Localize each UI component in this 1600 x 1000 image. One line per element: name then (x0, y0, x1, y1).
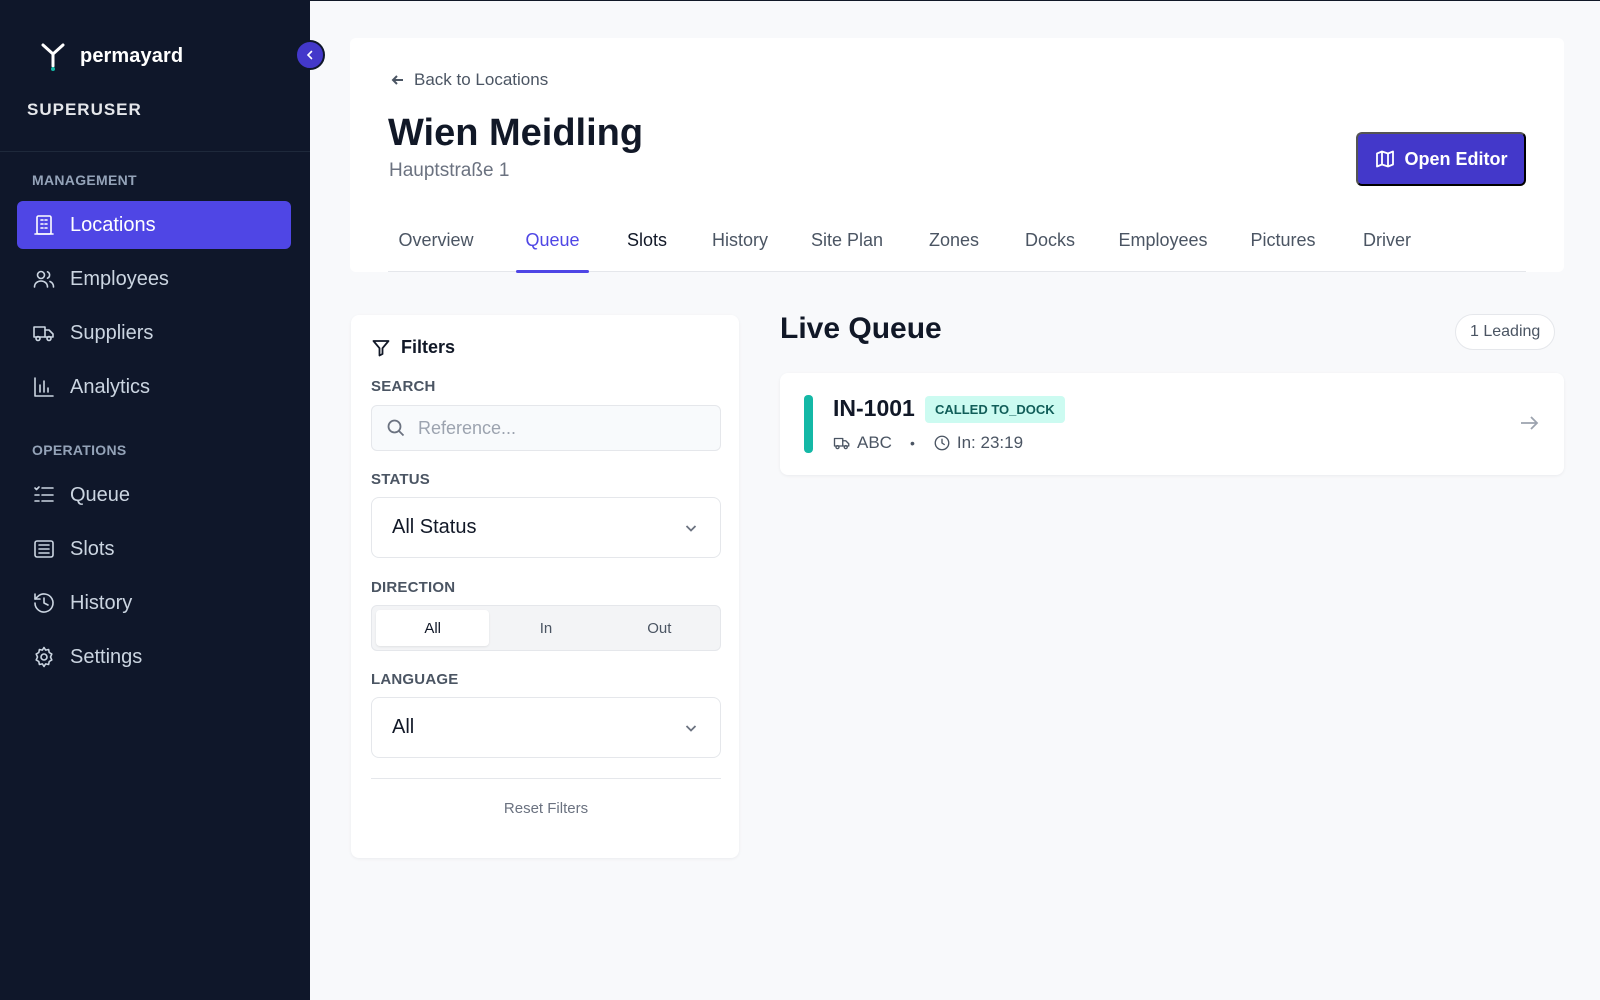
arrow-left-icon (391, 75, 403, 85)
section-label-operations: OPERATIONS (32, 442, 127, 458)
language-select[interactable]: All (371, 697, 721, 758)
tab-slots[interactable]: Slots (614, 208, 680, 272)
search-input[interactable] (418, 417, 698, 439)
section-label-management: MANAGEMENT (32, 172, 137, 188)
tab-history[interactable]: History (704, 208, 776, 272)
bar-chart-icon (34, 377, 54, 397)
live-queue-title: Live Queue (780, 312, 942, 345)
sidebar-divider (0, 151, 310, 152)
tab-employees[interactable]: Employees (1108, 208, 1218, 272)
direction-label: DIRECTION (371, 579, 456, 596)
tab-docks[interactable]: Docks (1014, 208, 1086, 272)
history-icon (34, 593, 54, 613)
tab-queue[interactable]: Queue (516, 208, 589, 273)
sidebar: permayard SUPERUSER MANAGEMENT Locations… (0, 0, 310, 1000)
tab-driver[interactable]: Driver (1350, 208, 1424, 272)
tab-overview[interactable]: Overview (388, 208, 484, 272)
filter-icon (372, 339, 390, 356)
sidebar-item-label: Queue (70, 483, 131, 506)
clock-icon (934, 435, 950, 451)
truck-icon (33, 326, 54, 342)
sidebar-item-label: Locations (70, 213, 156, 236)
sidebar-item-locations[interactable]: Locations (17, 201, 291, 249)
back-to-locations-link[interactable]: Back to Locations (390, 70, 548, 90)
sidebar-item-slots[interactable]: Slots (17, 525, 291, 573)
brand-name: permayard (80, 44, 184, 67)
list-icon (34, 486, 54, 502)
status-select[interactable]: All Status (371, 497, 721, 558)
sidebar-item-label: Settings (70, 645, 143, 668)
sidebar-item-history[interactable]: History (17, 579, 291, 627)
sidebar-item-analytics[interactable]: Analytics (17, 363, 291, 411)
direction-option-in[interactable]: In (489, 610, 602, 646)
status-badge: CALLED TO_DOCK (925, 396, 1065, 423)
top-border (310, 0, 1600, 1)
sidebar-item-label: Slots (70, 537, 115, 560)
chevron-left-icon (306, 50, 313, 60)
arrow-right-icon (1521, 416, 1539, 430)
tab-pictures[interactable]: Pictures (1238, 208, 1328, 272)
sidebar-item-queue[interactable]: Queue (17, 471, 291, 519)
sidebar-item-label: Employees (70, 267, 169, 290)
queue-item-reference: IN-1001 (833, 395, 915, 421)
leading-count-badge: 1 Leading (1455, 314, 1556, 350)
location-address: Hauptstraße 1 (389, 160, 510, 181)
queue-item-meta: ABC • In: 23:19 (833, 433, 1023, 453)
language-label: LANGUAGE (371, 671, 459, 688)
back-link-label: Back to Locations (414, 70, 549, 89)
language-select-value: All (392, 716, 415, 738)
tab-site-plan[interactable]: Site Plan (802, 208, 892, 272)
sidebar-collapse-button[interactable] (295, 40, 325, 70)
map-icon (1375, 150, 1394, 168)
users-icon (33, 270, 55, 288)
sidebar-item-settings[interactable]: Settings (17, 633, 291, 681)
open-editor-button[interactable]: Open Editor (1356, 132, 1526, 186)
sidebar-item-suppliers[interactable]: Suppliers (17, 309, 291, 357)
filters-panel: Filters SEARCH STATUS All Status DIRECTI… (351, 315, 739, 858)
status-select-value: All Status (392, 516, 477, 538)
page-title: Wien Meidling (388, 112, 644, 154)
queue-item-supplier: ABC (857, 433, 892, 452)
status-label: STATUS (371, 471, 430, 488)
open-editor-label: Open Editor (1404, 148, 1508, 169)
chevron-down-icon (685, 524, 697, 532)
filters-header: Filters (371, 337, 455, 358)
gear-icon (35, 646, 53, 668)
search-field[interactable] (371, 405, 721, 451)
location-header: Back to Locations Wien Meidling Hauptstr… (350, 38, 1564, 273)
reset-filters-button[interactable]: Reset Filters (371, 800, 721, 817)
sidebar-item-label: Suppliers (70, 321, 154, 344)
sidebar-item-label: History (70, 591, 133, 614)
search-icon (387, 419, 405, 437)
search-label: SEARCH (371, 378, 436, 395)
queue-item-accent (804, 395, 813, 453)
sidebar-item-label: Analytics (70, 375, 151, 398)
location-tabs: Overview Queue Slots History Site Plan Z… (388, 208, 1526, 273)
brand[interactable]: permayard (38, 40, 183, 72)
permayard-logo-icon (41, 43, 65, 71)
meta-separator: • (909, 435, 915, 451)
chevron-down-icon (685, 724, 697, 732)
filters-title: Filters (401, 337, 456, 357)
queue-item-time: In: 23:19 (956, 433, 1024, 452)
direction-option-all[interactable]: All (376, 610, 490, 646)
truck-icon (833, 437, 850, 450)
building-icon (34, 215, 54, 235)
direction-toggle: All In Out (371, 605, 721, 651)
sidebar-item-employees[interactable]: Employees (17, 255, 291, 303)
database-icon (34, 540, 54, 558)
queue-item[interactable]: IN-1001 CALLED TO_DOCK ABC • In: 23:19 (780, 373, 1564, 475)
user-role: SUPERUSER (27, 100, 142, 119)
direction-option-out[interactable]: Out (603, 610, 716, 646)
filters-divider (371, 778, 721, 779)
open-queue-item-button[interactable] (1518, 412, 1540, 434)
tab-zones[interactable]: Zones (916, 208, 992, 272)
